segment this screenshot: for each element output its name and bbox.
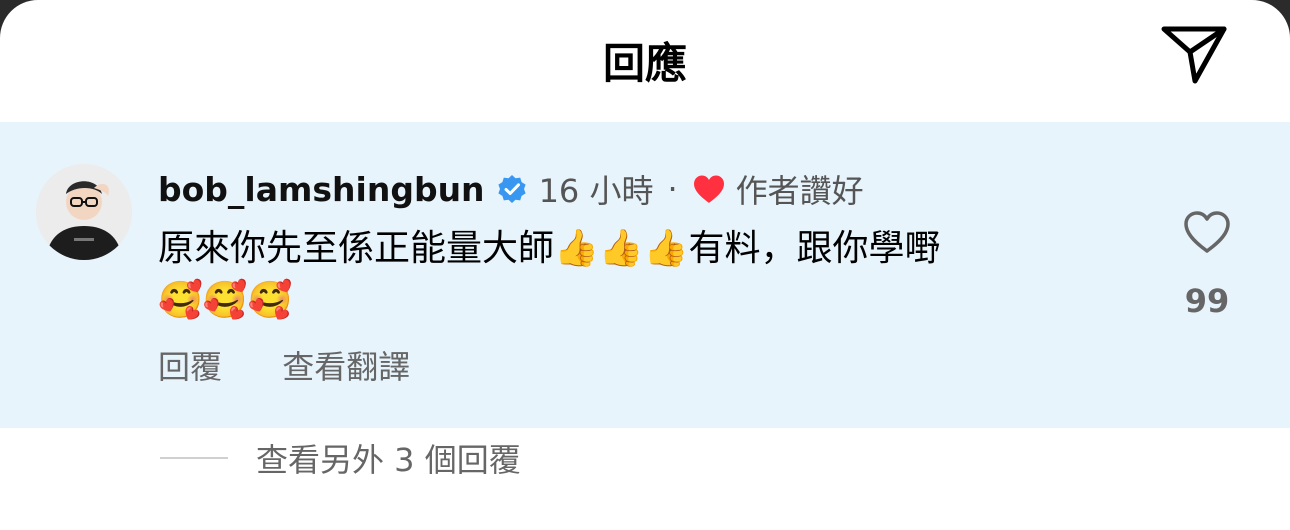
highlighted-comment: bob_lamshingbun 16 小時 · 作者讚好 原來你先至係正能量大師… (0, 122, 1290, 428)
reply-button[interactable]: 回覆 (158, 348, 222, 386)
avatar[interactable] (36, 164, 132, 260)
comment-text-line: 🥰🥰🥰 (158, 280, 293, 321)
like-button[interactable] (1183, 210, 1231, 258)
like-count: 99 (1184, 282, 1230, 320)
page-title: 回應 (602, 39, 687, 88)
see-translation-button[interactable]: 查看翻譯 (282, 348, 410, 386)
liked-by-author-label: 作者讚好 (735, 172, 864, 210)
heart-outline-icon (1184, 211, 1230, 253)
view-more-replies-label[interactable]: 查看另外 3 個回覆 (256, 435, 521, 481)
like-column: 99 (1170, 210, 1244, 320)
comment-text-line: 原來你先至係正能量大師👍👍👍有料，跟你學嘢 (158, 228, 941, 269)
sheet-header: 回應 (0, 0, 1290, 122)
comment-meta: bob_lamshingbun 16 小時 · 作者讚好 (158, 166, 864, 212)
author-liked-heart-icon (692, 174, 726, 204)
share-button[interactable] (1156, 20, 1232, 90)
meta-separator: · (667, 170, 678, 208)
divider (160, 457, 228, 459)
verified-badge-icon (497, 174, 527, 204)
paper-plane-icon (1161, 26, 1227, 84)
comment-actions: 回覆 查看翻譯 (158, 342, 460, 388)
replies-sheet: 回應 bob_lamshingbun 16 小時 · 作者讚好 原來你先至係正能… (0, 0, 1290, 530)
username[interactable]: bob_lamshingbun (158, 170, 485, 209)
comment-time: 16 小時 (538, 172, 654, 210)
view-more-replies[interactable]: 查看另外 3 個回覆 (160, 436, 521, 480)
comment-text: 原來你先至係正能量大師👍👍👍有料，跟你學嘢 🥰🥰🥰 (158, 226, 1148, 324)
